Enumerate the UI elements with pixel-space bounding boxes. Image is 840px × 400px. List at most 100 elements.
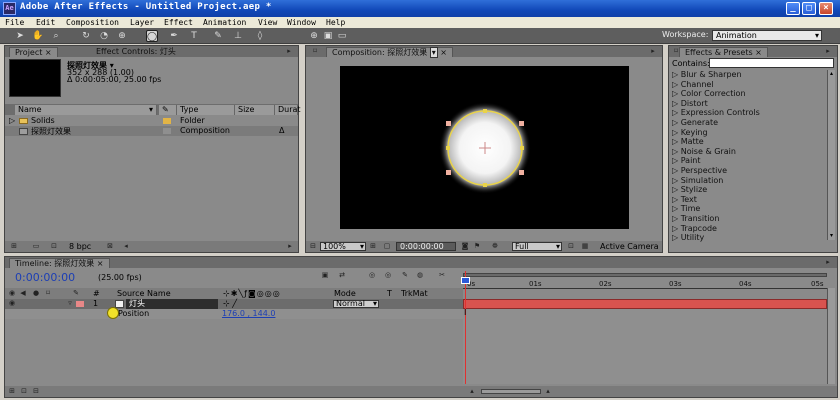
effect-category[interactable]: ▷ Time bbox=[672, 204, 700, 214]
panel-menu-icon[interactable]: ▸ bbox=[823, 258, 833, 267]
composition-mini-flowchart-icon[interactable]: ▣ bbox=[320, 271, 330, 280]
world-axis-icon[interactable]: ▣ bbox=[322, 30, 334, 42]
work-area-bar[interactable] bbox=[463, 273, 827, 277]
bounding-box-handle[interactable] bbox=[519, 121, 524, 126]
safe-margins-icon[interactable]: ⊞ bbox=[368, 242, 378, 251]
label-column-icon[interactable]: ✎ bbox=[71, 289, 81, 298]
zoom-tool-icon[interactable]: ⌕ bbox=[50, 30, 62, 42]
timeline-current-time[interactable]: 0:00:00:00 bbox=[15, 271, 75, 284]
menu-view[interactable]: View bbox=[258, 18, 277, 27]
menu-animation[interactable]: Animation bbox=[203, 18, 246, 27]
expand-modes-icon[interactable]: ⊡ bbox=[19, 387, 29, 396]
current-time-indicator[interactable] bbox=[465, 271, 466, 384]
pen-tool-icon[interactable]: ✒ bbox=[168, 30, 180, 42]
zoom-dropdown[interactable]: 100% ▾ bbox=[320, 242, 366, 251]
list-item[interactable]: ▷ Solids Folder bbox=[5, 116, 298, 126]
region-of-interest-icon[interactable]: ⊡ bbox=[566, 242, 576, 251]
effect-category[interactable]: ▷ Color Correction bbox=[672, 89, 746, 99]
effects-scrollbar[interactable]: ▴ ▾ bbox=[827, 70, 835, 240]
menu-edit[interactable]: Edit bbox=[36, 18, 55, 27]
selection-tool-icon[interactable]: ➤ bbox=[14, 30, 26, 42]
tab-effect-controls[interactable]: Effect Controls: 灯头 bbox=[91, 47, 181, 57]
eraser-tool-icon[interactable]: ◊ bbox=[254, 30, 266, 42]
column-size[interactable]: Size bbox=[235, 105, 275, 115]
frame-blending-icon[interactable]: ✎ bbox=[400, 271, 410, 280]
panel-menu-icon[interactable]: ▸ bbox=[823, 47, 833, 56]
mask-vertex[interactable] bbox=[483, 183, 487, 187]
bit-depth-label[interactable]: 8 bpc bbox=[69, 242, 91, 251]
motion-blur-icon[interactable]: ◎ bbox=[383, 271, 393, 280]
expand-switches-icon[interactable]: ⊞ bbox=[7, 387, 17, 396]
clone-stamp-tool-icon[interactable]: ⊥ bbox=[232, 30, 244, 42]
pan-behind-tool-icon[interactable]: ⊕ bbox=[116, 30, 128, 42]
delete-icon[interactable]: ⊠ bbox=[105, 242, 115, 251]
audio-icon[interactable]: ◀ bbox=[18, 289, 28, 298]
effect-category[interactable]: ▷ Utility bbox=[672, 233, 704, 243]
transparency-grid-icon[interactable]: ▦ bbox=[580, 242, 590, 251]
effects-search-input[interactable] bbox=[709, 58, 834, 68]
effect-category[interactable]: ▷ Transition bbox=[672, 214, 719, 224]
effect-category[interactable]: ▷ Perspective bbox=[672, 166, 727, 176]
panel-menu-icon[interactable]: ▸ bbox=[284, 47, 294, 56]
scroll-left-icon[interactable]: ◂ bbox=[121, 242, 131, 251]
interpret-footage-icon[interactable]: ⊞ bbox=[9, 242, 19, 251]
maximize-button[interactable]: □ bbox=[802, 2, 816, 15]
layer-duration-bar[interactable] bbox=[463, 299, 827, 309]
column-source-name[interactable]: Source Name bbox=[117, 289, 171, 298]
effect-category[interactable]: ▷ Generate bbox=[672, 118, 718, 128]
effect-category[interactable]: ▷ Simulation bbox=[672, 176, 723, 186]
zoom-in-icon[interactable]: ▴ bbox=[543, 387, 553, 396]
column-type[interactable]: Type bbox=[177, 105, 235, 115]
menu-help[interactable]: Help bbox=[326, 18, 345, 27]
keyframe-icon[interactable]: I bbox=[464, 308, 466, 317]
effect-category[interactable]: ▷ Paint bbox=[672, 156, 701, 166]
column-mode[interactable]: Mode bbox=[334, 289, 356, 298]
eye-icon[interactable]: ◉ bbox=[7, 289, 17, 298]
mask-visibility-icon[interactable]: ▢ bbox=[382, 242, 392, 251]
table-row[interactable]: ◉ ▿ 1 灯头 ⊹ ╱ Normal ▾ bbox=[5, 299, 463, 309]
time-ruler[interactable]: 0s 01s 02s 03s 04s 05s bbox=[463, 279, 827, 289]
close-button[interactable]: × bbox=[819, 2, 833, 15]
composition-viewer[interactable] bbox=[340, 66, 629, 229]
layer-name[interactable]: 灯头 bbox=[126, 299, 218, 309]
current-time-indicator-head[interactable] bbox=[461, 277, 470, 284]
always-preview-icon[interactable]: ⊟ bbox=[308, 242, 318, 251]
blend-mode-dropdown[interactable]: Normal ▾ bbox=[333, 300, 379, 308]
effect-category[interactable]: ▷ Channel bbox=[672, 80, 714, 90]
bounding-box-handle[interactable] bbox=[446, 121, 451, 126]
camera-view-label[interactable]: Active Camera bbox=[600, 242, 659, 251]
mask-vertex[interactable] bbox=[483, 109, 487, 113]
axis-mode-icon[interactable]: ⊕ bbox=[308, 30, 320, 42]
menu-effect[interactable]: Effect bbox=[164, 18, 193, 27]
text-tool-icon[interactable]: T bbox=[188, 30, 200, 42]
bounding-box-handle[interactable] bbox=[446, 170, 451, 175]
eye-icon[interactable]: ◉ bbox=[7, 299, 17, 308]
menu-layer[interactable]: Layer bbox=[130, 18, 154, 27]
menu-composition[interactable]: Composition bbox=[66, 18, 119, 27]
effect-category[interactable]: ▷ Text bbox=[672, 195, 697, 205]
expand-inout-icon[interactable]: ⊟ bbox=[31, 387, 41, 396]
effect-category[interactable]: ▷ Stylize bbox=[672, 185, 707, 195]
solo-icon[interactable]: ● bbox=[31, 289, 41, 298]
scroll-down-icon[interactable]: ▾ bbox=[828, 232, 835, 240]
camera-tool-icon[interactable]: ◔ bbox=[98, 30, 110, 42]
timeline-scrollbar[interactable] bbox=[827, 288, 835, 384]
brainstorm-icon[interactable]: ✂ bbox=[437, 271, 447, 280]
layer-switches-icon[interactable]: ⊹ ╱ bbox=[223, 299, 237, 308]
workspace-dropdown[interactable]: Animation ▾ bbox=[712, 30, 822, 41]
new-folder-icon[interactable]: ▭ bbox=[31, 242, 41, 251]
tab-timeline[interactable]: Timeline: 探照灯效果 × bbox=[9, 258, 110, 268]
effect-category[interactable]: ▷ Distort bbox=[672, 99, 708, 109]
expand-arrow-icon[interactable]: ▷ bbox=[9, 116, 15, 125]
show-snapshot-icon[interactable]: ⚑ bbox=[472, 242, 482, 251]
tab-effects-presets[interactable]: Effects & Presets × bbox=[679, 47, 768, 57]
view-axis-icon[interactable]: ▭ bbox=[336, 30, 348, 42]
menu-window[interactable]: Window bbox=[287, 18, 316, 27]
list-item[interactable]: 探照灯效果 Composition Δ bbox=[5, 126, 298, 136]
current-time-display[interactable]: 0:00:00:00 bbox=[396, 242, 456, 251]
draft-3d-icon[interactable]: ◎ bbox=[367, 271, 377, 280]
timeline-zoom-slider[interactable] bbox=[481, 389, 541, 394]
menu-file[interactable]: File bbox=[5, 18, 24, 27]
effect-category[interactable]: ▷ Expression Controls bbox=[672, 108, 760, 118]
panel-menu-icon[interactable]: ▸ bbox=[648, 47, 658, 56]
